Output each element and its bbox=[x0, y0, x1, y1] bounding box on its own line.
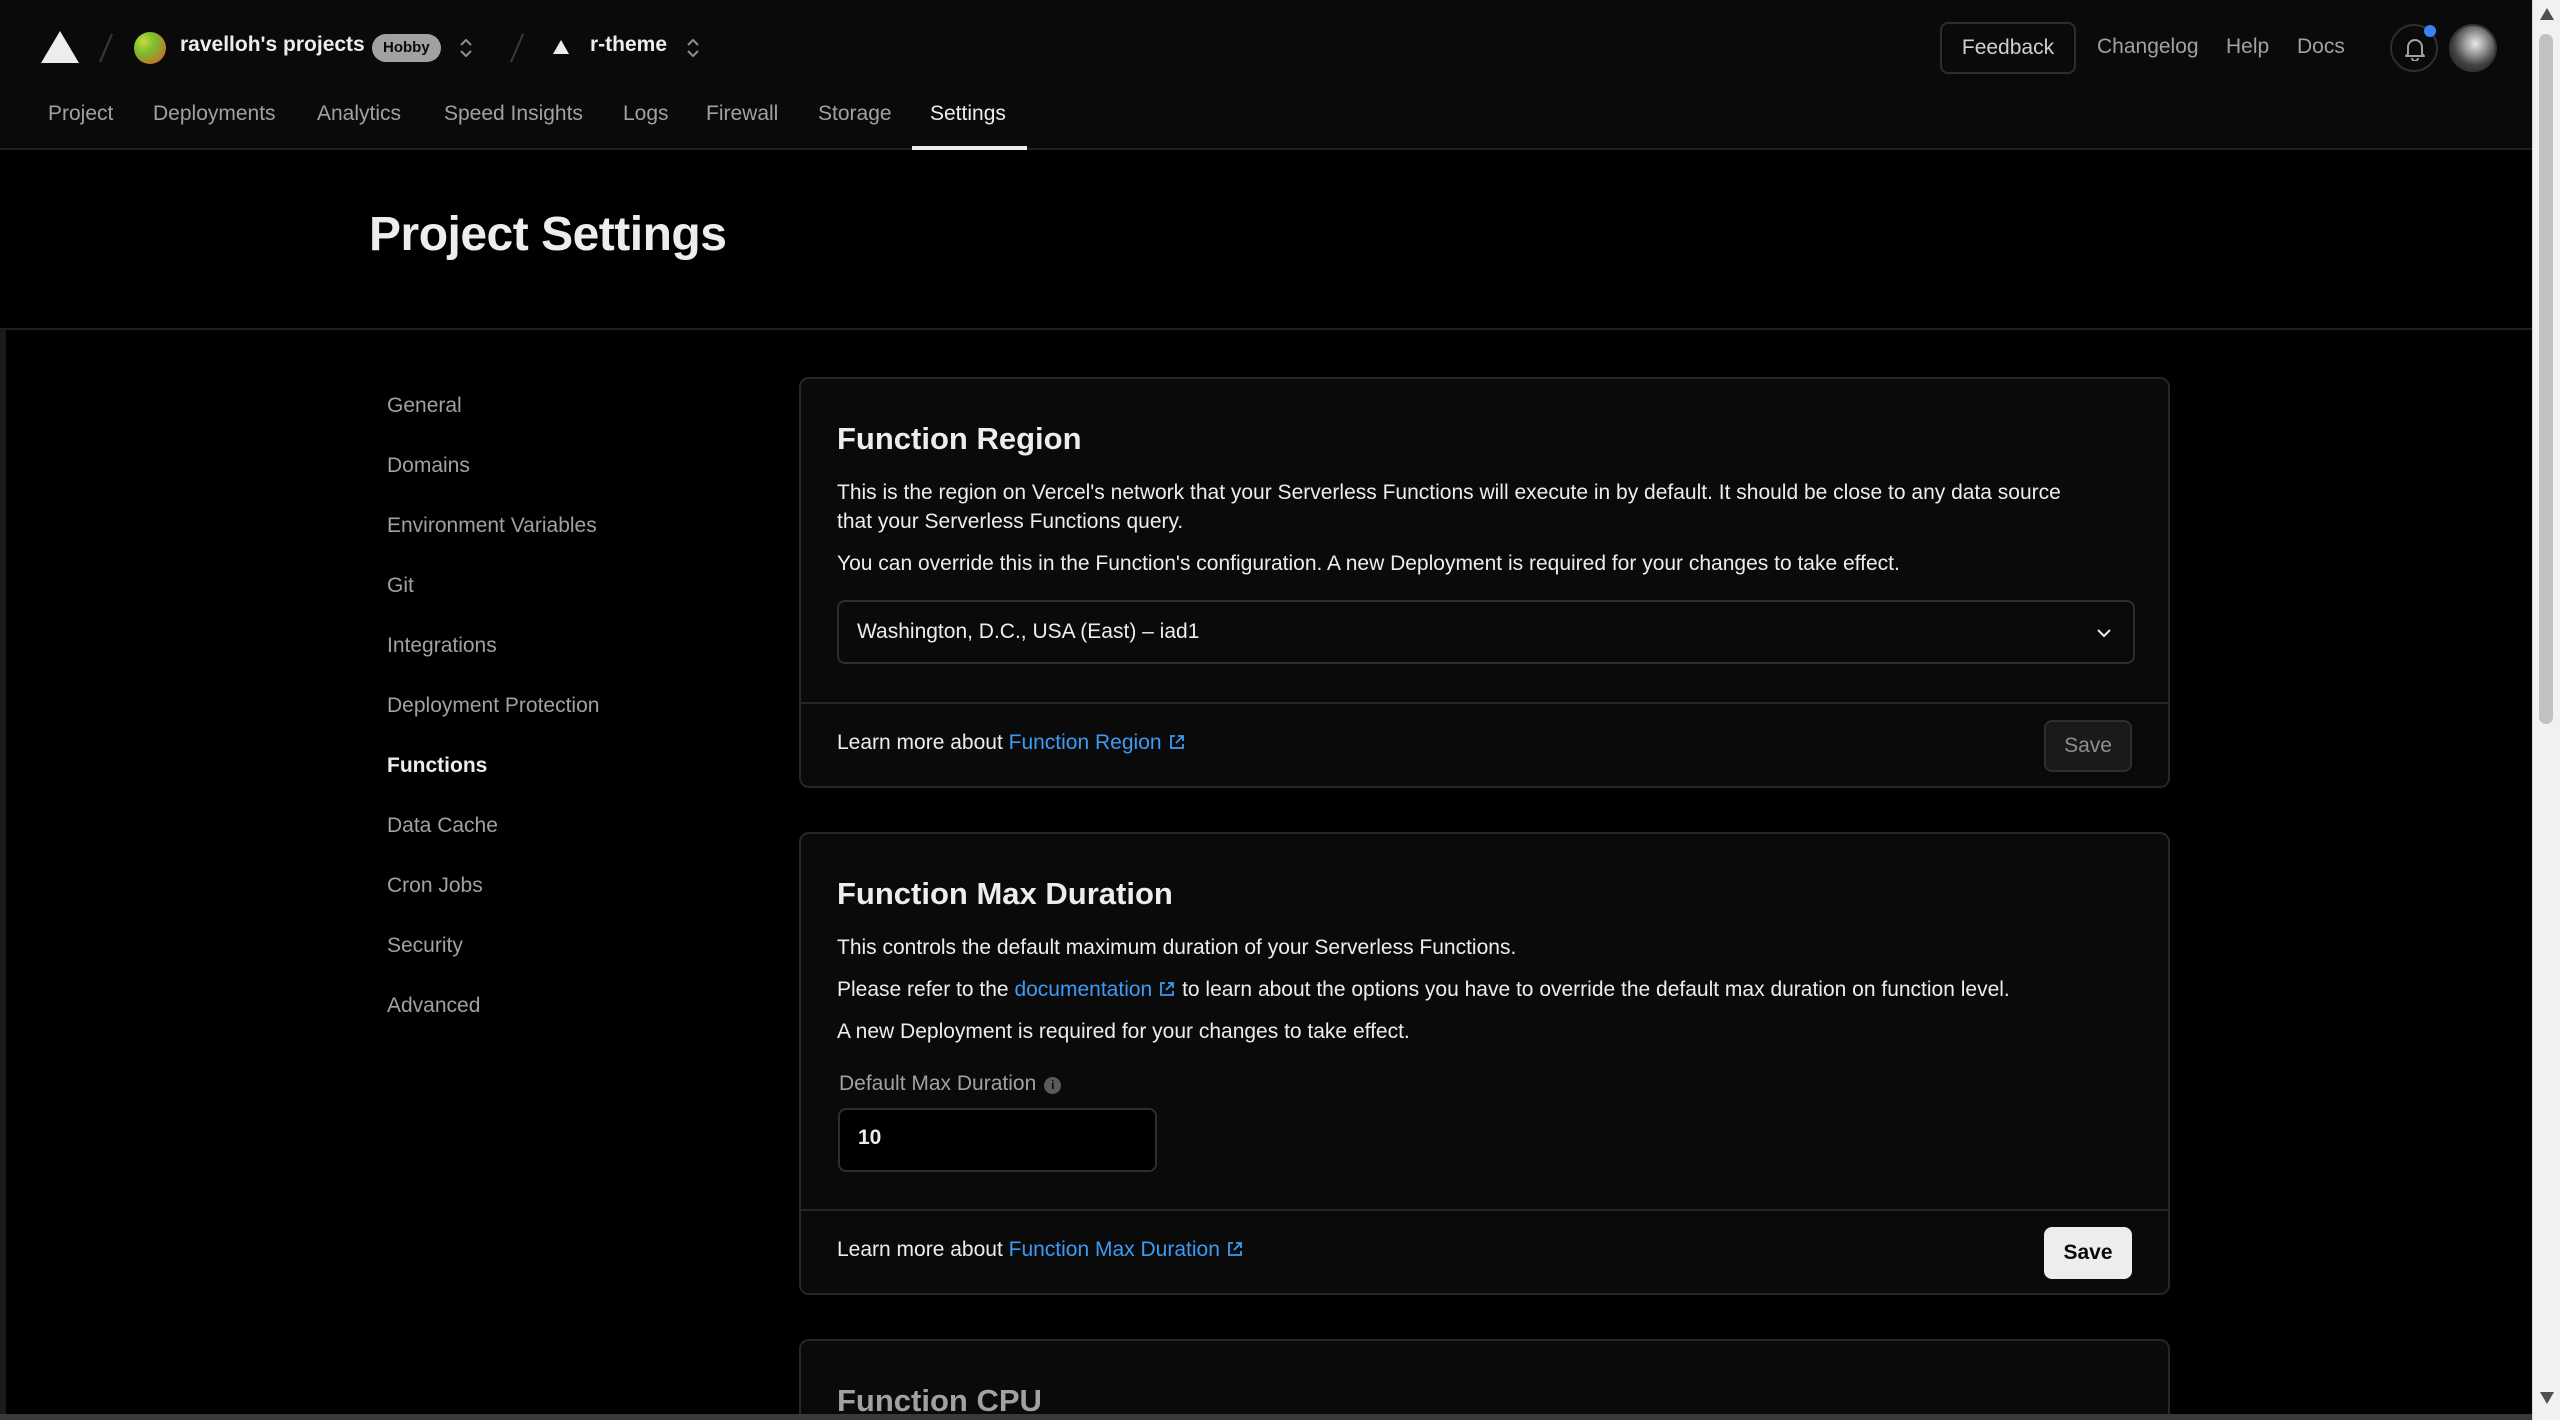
function-max-duration-save-button[interactable]: Save bbox=[2044, 1227, 2132, 1279]
tab-storage[interactable]: Storage bbox=[818, 102, 892, 126]
bell-icon bbox=[2405, 39, 2425, 61]
docs-note-suffix: to learn about the options you have to o… bbox=[1182, 978, 2010, 1001]
notification-dot bbox=[2424, 25, 2436, 37]
top-bar: ravelloh's projects Hobby r-theme Feedba… bbox=[0, 0, 2532, 96]
page-scrollbar[interactable] bbox=[2532, 0, 2560, 1420]
sidebar-item-advanced[interactable]: Advanced bbox=[387, 994, 480, 1018]
page-title: Project Settings bbox=[369, 208, 727, 261]
sidebar-item-integrations[interactable]: Integrations bbox=[387, 634, 497, 658]
external-link-icon bbox=[1160, 982, 1175, 996]
sidebar-item-general[interactable]: General bbox=[387, 394, 462, 418]
function-region-title: Function Region bbox=[837, 421, 1082, 456]
learn-more-label: Learn more about bbox=[837, 1238, 1003, 1261]
max-duration-description: This controls the default maximum durati… bbox=[837, 936, 1517, 959]
breadcrumb-separator-icon bbox=[99, 33, 113, 63]
tab-deployments[interactable]: Deployments bbox=[153, 102, 276, 126]
project-tabs: Project Deployments Analytics Speed Insi… bbox=[0, 96, 2532, 150]
info-icon[interactable]: i bbox=[1044, 1077, 1062, 1094]
function-region-save-button[interactable]: Save bbox=[2044, 720, 2132, 772]
feedback-button[interactable]: Feedback bbox=[1940, 22, 2076, 74]
function-region-description-line1: This is the region on Vercel's network t… bbox=[837, 481, 2061, 504]
sidebar-item-deployment-protection[interactable]: Deployment Protection bbox=[387, 694, 599, 718]
max-duration-deployment-note: A new Deployment is required for your ch… bbox=[837, 1020, 1410, 1043]
function-region-docs-link[interactable]: Function Region bbox=[1009, 731, 1162, 754]
title-band: Project Settings bbox=[0, 150, 2532, 330]
sidebar-item-security[interactable]: Security bbox=[387, 934, 463, 958]
tab-speed-insights[interactable]: Speed Insights bbox=[444, 102, 583, 126]
function-region-description-line2: that your Serverless Functions query. bbox=[837, 510, 1184, 533]
sidebar-item-cron-jobs[interactable]: Cron Jobs bbox=[387, 874, 483, 898]
sidebar-item-data-cache[interactable]: Data Cache bbox=[387, 814, 498, 838]
docs-link[interactable]: Docs bbox=[2297, 35, 2345, 59]
region-select[interactable]: Washington, D.C., USA (East) – iad1 bbox=[837, 600, 2135, 664]
function-region-footer: Learn more about Function Region Save bbox=[801, 702, 2168, 786]
sidebar-item-git[interactable]: Git bbox=[387, 574, 414, 598]
function-max-duration-card: Function Max Duration This controls the … bbox=[799, 832, 2170, 1295]
tab-project[interactable]: Project bbox=[48, 102, 113, 126]
function-region-learn-more: Learn more about Function Region bbox=[837, 731, 1186, 755]
chevron-down-icon bbox=[2097, 629, 2111, 638]
function-max-duration-learn-more: Learn more about Function Max Duration bbox=[837, 1238, 1244, 1262]
vercel-logo-icon[interactable] bbox=[40, 30, 80, 69]
default-max-duration-label: Default Max Duration i bbox=[839, 1072, 1062, 1096]
changelog-link[interactable]: Changelog bbox=[2097, 35, 2199, 59]
team-switcher-icon[interactable] bbox=[457, 34, 475, 62]
project-name[interactable]: r-theme bbox=[590, 33, 667, 57]
max-duration-docs-note: Please refer to the documentation to lea… bbox=[837, 975, 2010, 1005]
function-max-duration-title: Function Max Duration bbox=[837, 876, 1173, 911]
top-header: ravelloh's projects Hobby r-theme Feedba… bbox=[0, 0, 2532, 150]
scroll-up-arrow-icon[interactable] bbox=[2540, 8, 2554, 20]
external-link-icon bbox=[1227, 1242, 1242, 1256]
field-label-text: Default Max Duration bbox=[839, 1072, 1037, 1095]
team-avatar[interactable] bbox=[134, 32, 166, 64]
scroll-down-arrow-icon[interactable] bbox=[2540, 1392, 2554, 1404]
user-avatar[interactable] bbox=[2449, 24, 2497, 72]
window-bottom-edge bbox=[0, 1414, 2532, 1420]
help-link[interactable]: Help bbox=[2226, 35, 2269, 59]
team-name[interactable]: ravelloh's projects bbox=[180, 33, 365, 57]
function-max-duration-docs-link[interactable]: Function Max Duration bbox=[1009, 1238, 1220, 1261]
tab-logs[interactable]: Logs bbox=[623, 102, 669, 126]
default-max-duration-input[interactable] bbox=[858, 1126, 1138, 1150]
project-triangle-icon bbox=[552, 39, 570, 60]
sidebar-item-environment-variables[interactable]: Environment Variables bbox=[387, 514, 597, 538]
plan-badge: Hobby bbox=[372, 34, 441, 62]
sidebar-item-domains[interactable]: Domains bbox=[387, 454, 470, 478]
function-max-duration-footer: Learn more about Function Max Duration S… bbox=[801, 1209, 2168, 1293]
tab-analytics[interactable]: Analytics bbox=[317, 102, 401, 126]
learn-more-label: Learn more about bbox=[837, 731, 1003, 754]
project-switcher-icon[interactable] bbox=[684, 34, 702, 62]
scrollbar-thumb[interactable] bbox=[2539, 34, 2553, 724]
docs-note-prefix: Please refer to the bbox=[837, 978, 1009, 1001]
region-select-value: Washington, D.C., USA (East) – iad1 bbox=[857, 620, 1200, 643]
external-link-icon bbox=[1169, 735, 1184, 749]
sidebar-item-functions[interactable]: Functions bbox=[387, 754, 487, 778]
function-region-override-note: You can override this in the Function's … bbox=[837, 552, 1900, 575]
breadcrumb-separator-icon bbox=[510, 33, 524, 63]
tab-firewall[interactable]: Firewall bbox=[706, 102, 778, 126]
default-max-duration-field[interactable] bbox=[838, 1108, 1157, 1172]
function-cpu-card: Function CPU bbox=[799, 1339, 2170, 1420]
tab-settings[interactable]: Settings bbox=[930, 102, 1006, 126]
function-region-card: Function Region This is the region on Ve… bbox=[799, 377, 2170, 788]
documentation-link[interactable]: documentation bbox=[1014, 978, 1152, 1001]
